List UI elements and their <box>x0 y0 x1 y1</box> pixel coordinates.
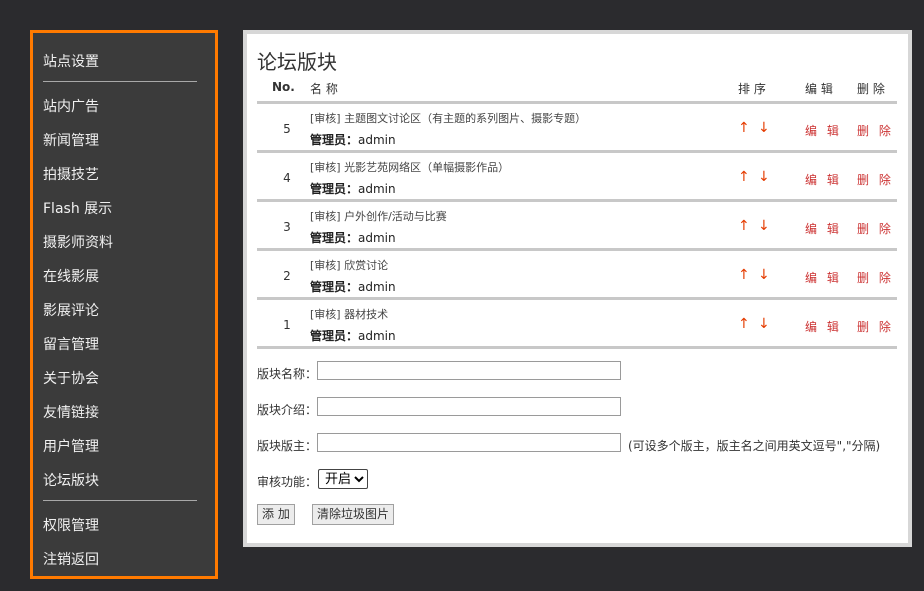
sidebar-item-logout[interactable]: 注销返回 <box>43 550 99 570</box>
row-number: 1 <box>283 318 291 332</box>
sidebar-item-forum[interactable]: 论坛版块 <box>43 471 99 491</box>
delete-link[interactable]: 删 除 <box>857 122 894 139</box>
row-divider <box>257 199 897 202</box>
sidebar-item-permissions[interactable]: 权限管理 <box>43 516 99 536</box>
clean-images-button[interactable]: 清除垃圾图片 <box>312 504 395 525</box>
audit-label: 审核功能： <box>257 475 318 489</box>
forum-owner-input[interactable] <box>317 433 621 452</box>
forum-admin: 管理员：admin <box>310 231 396 245</box>
forum-name: [审核] 主题图文讨论区（有主题的系列图片、摄影专题） <box>310 112 587 125</box>
move-down-icon[interactable]: ↓ <box>758 316 770 332</box>
col-header-delete: 删 除 <box>857 82 885 96</box>
delete-link[interactable]: 删 除 <box>857 220 894 237</box>
forum-admin: 管理员：admin <box>310 133 396 147</box>
row-divider <box>257 248 897 251</box>
forum-name: [审核] 欣赏讨论 <box>310 259 389 272</box>
sidebar-item-links[interactable]: 友情链接 <box>43 403 99 423</box>
main-panel: 论坛版块 No. 名 称 排 序 编 辑 删 除 5 [审核] 主题图文讨论区（… <box>243 30 912 547</box>
forum-intro-input[interactable] <box>317 397 621 416</box>
sidebar-item-guestbook[interactable]: 留言管理 <box>43 335 99 355</box>
forum-name: [审核] 户外创作/活动与比赛 <box>310 210 447 223</box>
forum-panel: 论坛版块 No. 名 称 排 序 编 辑 删 除 5 [审核] 主题图文讨论区（… <box>247 34 908 543</box>
row-number: 3 <box>283 220 291 234</box>
sidebar-nav: 站点设置 站内广告 新闻管理 拍摄技艺 Flash 展示 摄影师资料 在线影展 … <box>30 30 218 579</box>
move-up-icon[interactable]: ↑ <box>738 169 750 185</box>
forum-admin: 管理员：admin <box>310 329 396 343</box>
move-down-icon[interactable]: ↓ <box>758 120 770 136</box>
sidebar-item-ads[interactable]: 站内广告 <box>43 97 99 117</box>
row-divider <box>257 297 897 300</box>
forum-owner-label: 版块版主： <box>257 439 318 453</box>
sidebar-item-flash[interactable]: Flash 展示 <box>43 199 112 219</box>
audit-select[interactable]: 开启 <box>318 469 368 489</box>
edit-link[interactable]: 编 辑 <box>805 122 842 139</box>
forum-name: [审核] 器材技术 <box>310 308 389 321</box>
sidebar-item-users[interactable]: 用户管理 <box>43 437 99 457</box>
sidebar-item-photographers[interactable]: 摄影师资料 <box>43 233 113 253</box>
delete-link[interactable]: 删 除 <box>857 269 894 286</box>
table-divider <box>257 101 897 104</box>
page-title: 论坛版块 <box>257 50 337 74</box>
forum-admin: 管理员：admin <box>310 280 396 294</box>
sidebar-divider <box>43 500 197 501</box>
row-divider <box>257 150 897 153</box>
move-down-icon[interactable]: ↓ <box>758 267 770 283</box>
row-divider <box>257 346 897 349</box>
add-button[interactable]: 添 加 <box>257 504 295 525</box>
delete-link[interactable]: 删 除 <box>857 318 894 335</box>
forum-intro-label: 版块介绍： <box>257 403 318 417</box>
move-up-icon[interactable]: ↑ <box>738 316 750 332</box>
col-header-name: 名 称 <box>310 82 338 96</box>
move-down-icon[interactable]: ↓ <box>758 169 770 185</box>
sidebar-item-news[interactable]: 新闻管理 <box>43 131 99 151</box>
forum-owner-hint: (可设多个版主，版主名之间用英文逗号","分隔) <box>628 439 881 453</box>
forum-admin: 管理员：admin <box>310 182 396 196</box>
col-header-sort: 排 序 <box>738 82 766 96</box>
sidebar-item-about[interactable]: 关于协会 <box>43 369 99 389</box>
delete-link[interactable]: 删 除 <box>857 171 894 188</box>
sidebar-item-exhibition-reviews[interactable]: 影展评论 <box>43 301 99 321</box>
row-number: 5 <box>283 122 291 136</box>
col-header-edit: 编 辑 <box>805 82 833 96</box>
forum-name-input[interactable] <box>317 361 621 380</box>
move-up-icon[interactable]: ↑ <box>738 267 750 283</box>
forum-name: [审核] 光影艺苑网络区（单幅摄影作品） <box>310 161 510 174</box>
row-number: 2 <box>283 269 291 283</box>
edit-link[interactable]: 编 辑 <box>805 318 842 335</box>
sidebar-item-online-exhibition[interactable]: 在线影展 <box>43 267 99 287</box>
row-number: 4 <box>283 171 291 185</box>
forum-name-label: 版块名称： <box>257 367 318 381</box>
move-down-icon[interactable]: ↓ <box>758 218 770 234</box>
sidebar-divider <box>43 81 197 82</box>
sidebar-item-site-settings[interactable]: 站点设置 <box>43 52 99 72</box>
edit-link[interactable]: 编 辑 <box>805 171 842 188</box>
col-header-no: No. <box>272 80 295 94</box>
move-up-icon[interactable]: ↑ <box>738 120 750 136</box>
edit-link[interactable]: 编 辑 <box>805 220 842 237</box>
edit-link[interactable]: 编 辑 <box>805 269 842 286</box>
sidebar-item-techniques[interactable]: 拍摄技艺 <box>43 165 99 185</box>
move-up-icon[interactable]: ↑ <box>738 218 750 234</box>
